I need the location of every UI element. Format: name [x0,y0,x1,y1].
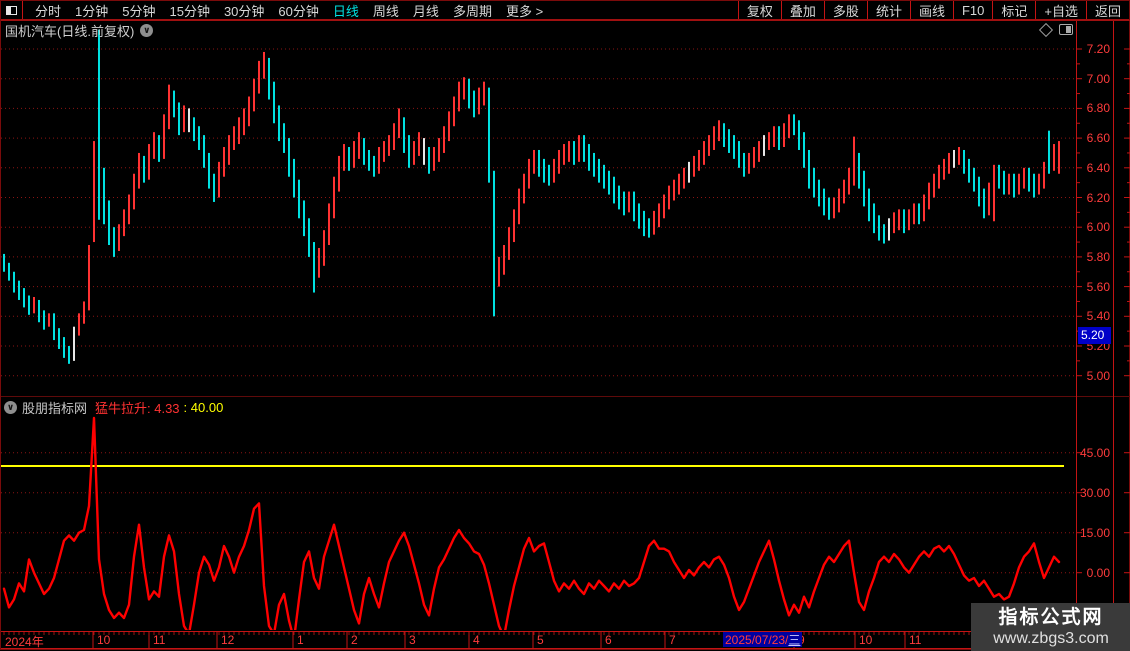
period-tab[interactable]: 60分钟 [278,1,318,20]
title-row-icons [1038,22,1073,37]
month-label: 6 [605,633,612,647]
toolbar-button[interactable]: 统计 [866,1,910,19]
diamond-icon[interactable] [1038,22,1054,37]
toolbar-button[interactable]: 返回 [1085,1,1129,19]
main-chart-region[interactable] [1,21,1074,395]
date-badge-text: 2025/07/23/ [725,632,789,647]
price-axis-label: 7.20 [1086,42,1110,56]
month-label: 12 [221,633,235,647]
indicator-source-label: 股朋指标网 [22,401,88,416]
period-tab[interactable]: 更多 > [506,1,543,20]
month-label: 7 [669,633,676,647]
period-tab[interactable]: 多周期 [453,1,492,20]
month-label: 2 [351,633,358,647]
month-label: 10 [97,633,111,647]
top-toolbar: 分时 1分钟 5分钟 15分钟 30分钟 60分钟 日线 周线 月线 多周期 更多 > 复权 叠加 多股… [1,1,1129,20]
period-tab[interactable]: 15分钟 [169,1,209,20]
watermark-title: 指标公式网 [998,606,1104,628]
window-split-icon [6,5,17,15]
price-axis-label: 6.00 [1086,220,1110,235]
chart-title-bar: 国机汽车(日线.前复权) ∨ [5,22,154,39]
watermark-box: 指标公式网 www.zbgs3.com [971,603,1130,651]
toolbar-button[interactable]: 多股 [823,1,867,19]
indicator-header: ∨ 股朋指标网 猛牛拉升: 4.33 : 40.00 [4,400,224,416]
period-tab[interactable]: 5分钟 [122,1,155,20]
panel-window-icon[interactable] [1059,24,1073,35]
price-axis-label: 6.40 [1086,160,1110,175]
year-label: 2024年 [5,635,44,649]
month-label: 1 [297,633,304,647]
period-tab[interactable]: 30分钟 [224,1,264,20]
layout-toggle-button[interactable] [1,1,23,19]
toolbar-button[interactable]: +自选 [1035,1,1086,19]
price-axis-label: 6.20 [1086,190,1110,205]
indicator-name-value: 猛牛拉升: 4.33 [95,401,180,416]
price-axis-label: 6.80 [1086,101,1110,116]
toolbar-button[interactable]: 标记 [992,1,1035,19]
chevron-down-icon[interactable]: ∨ [140,23,154,37]
toolbar-button[interactable]: 复权 [737,1,781,19]
period-tab[interactable]: 周线 [373,1,399,20]
price-axis-label: 7.00 [1086,71,1110,86]
month-label: 10 [859,633,873,647]
price-axis-label: 5.80 [1086,249,1110,264]
price-marker-badge: 5.20 [1078,327,1111,344]
month-label: 3 [409,633,416,647]
chevron-down-icon[interactable]: ∨ [4,401,17,414]
toolbar-button[interactable]: 画线 [909,1,953,19]
period-tab[interactable]: 月线 [413,1,439,20]
indicator-axis-label: 0.00 [1086,565,1110,580]
month-label: 11 [153,633,166,647]
toolbar-button[interactable]: 叠加 [780,1,824,19]
indicator-axis-label: 15.00 [1079,525,1110,540]
indicator-threshold-value: : 40.00 [183,400,224,415]
price-axis-label: 6.60 [1086,131,1110,146]
price-axis-label: 5.60 [1086,279,1110,294]
month-label: 4 [473,633,480,647]
date-badge-weekday: 三 [788,633,801,647]
watermark-url: www.zbgs3.com [993,629,1109,647]
toolbar-right-buttons: 复权 叠加 多股 统计 画线 F10 标记 +自选 返回 [737,1,1129,19]
trading-app-window: { "toolbar": { "periods": ["分时","1分钟","5… [0,0,1130,651]
month-label: 5 [537,633,544,647]
indicator-axis-label: 45.00 [1079,445,1110,460]
period-tab[interactable]: 分时 [35,1,61,20]
price-axis-label: 5.00 [1086,368,1110,383]
indicator-region[interactable] [1,397,1074,631]
period-tab[interactable]: 1分钟 [75,1,108,20]
period-tab[interactable]: 日线 [333,1,359,20]
page-title: 国机汽车(日线.前复权) [5,23,135,39]
selected-date-badge: 2025/07/23/ 三 [723,632,803,647]
indicator-axis-label: 30.00 [1079,485,1110,500]
toolbar-button[interactable]: F10 [952,1,992,19]
price-axis-label: 5.40 [1086,309,1110,324]
month-label: 11 [909,633,922,647]
period-tabs: 分时 1分钟 5分钟 15分钟 30分钟 60分钟 日线 周线 月线 多周期 更多 > [23,1,550,19]
